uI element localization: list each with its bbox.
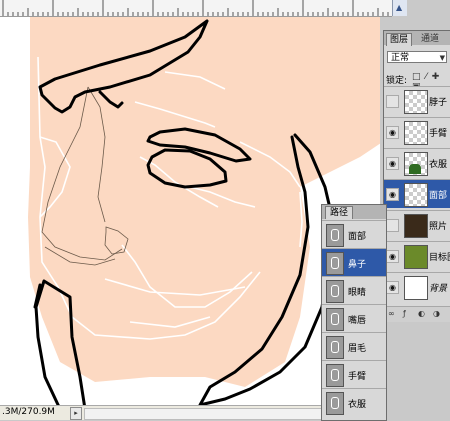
tab-paths[interactable]: 路径	[325, 206, 354, 219]
status-menu-arrow-icon[interactable]: ▸	[70, 407, 82, 420]
document-size-readout: .3M/270.9M	[2, 407, 55, 417]
path-row[interactable]: 鼻子	[322, 248, 386, 276]
path-thumbnail	[326, 364, 344, 387]
path-name: 衣服	[348, 400, 367, 410]
fx-icon[interactable]: ƒ	[403, 309, 406, 318]
eye-icon[interactable]: ◉	[386, 157, 399, 170]
mask-icon[interactable]: ◐	[418, 309, 425, 318]
layer-row[interactable]: 照片	[384, 210, 450, 239]
layer-thumbnail	[404, 245, 428, 269]
chevron-up-icon: ▲	[396, 3, 403, 12]
horizontal-scrollbar[interactable]	[84, 408, 324, 420]
path-thumbnail	[326, 280, 344, 303]
path-row[interactable]: 面部	[322, 220, 386, 248]
scroll-up-button[interactable]: ▲	[392, 0, 407, 16]
layer-name: 面部	[429, 191, 448, 201]
visibility-toggle[interactable]	[386, 95, 399, 108]
layer-row[interactable]: ◉ 背景	[384, 272, 450, 301]
layer-name: 照片	[429, 222, 448, 232]
path-name: 鼻子	[348, 260, 367, 270]
layer-name: 背景	[429, 284, 448, 294]
adjust-icon[interactable]: ◑	[433, 309, 440, 318]
ruler-ticks	[2, 0, 389, 16]
layer-thumbnail	[404, 276, 428, 300]
layer-thumbnail	[404, 90, 428, 114]
path-name: 手臂	[348, 372, 367, 382]
tab-channels[interactable]: 通道	[418, 33, 442, 45]
layer-thumbnail	[404, 121, 428, 145]
layer-row[interactable]: ◉ 面部	[384, 179, 450, 208]
path-thumbnail	[326, 224, 344, 247]
path-name: 眼睛	[348, 288, 367, 298]
eye-icon[interactable]: ◉	[386, 126, 399, 139]
link-icon[interactable]: ∞	[388, 309, 395, 318]
paths-tab-bar: 路径	[322, 205, 386, 219]
paths-panel: 路径 面部鼻子眼睛嘴唇眉毛手臂衣服	[321, 204, 387, 421]
eye-icon[interactable]: ◉	[386, 188, 399, 201]
path-row[interactable]: 嘴唇	[322, 304, 386, 332]
status-bar: .3M/270.9M ▸	[0, 405, 325, 420]
path-row[interactable]: 眼睛	[322, 276, 386, 304]
layer-row[interactable]: 脖子	[384, 86, 450, 115]
path-row[interactable]: 手臂	[322, 360, 386, 388]
path-row[interactable]: 眉毛	[322, 332, 386, 360]
layer-name: 目标图	[429, 253, 450, 263]
layer-thumbnail	[404, 183, 428, 207]
visibility-toggle[interactable]	[386, 219, 399, 232]
layers-tab-bar: 图层 通道	[384, 31, 450, 46]
path-name: 嘴唇	[348, 316, 367, 326]
path-thumbnail	[326, 336, 344, 359]
tab-layers[interactable]: 图层	[386, 33, 413, 46]
path-row[interactable]: 衣服	[322, 388, 386, 416]
eye-icon[interactable]: ◉	[386, 250, 399, 263]
blend-mode-value: 正常	[391, 53, 410, 63]
layer-name: 手臂	[429, 129, 448, 139]
layer-row[interactable]: ◉ 目标图	[384, 241, 450, 270]
path-name: 面部	[348, 232, 367, 242]
layers-panel: 图层 通道 正常 ▼ 锁定: □ ⁄ ✚ ▣ 脖子◉手臂◉衣服◉面部照片◉目标图…	[383, 30, 450, 322]
blend-mode-select[interactable]: 正常 ▼	[387, 51, 447, 63]
top-ruler	[0, 0, 392, 17]
path-thumbnail	[326, 392, 344, 415]
layer-thumbnail	[404, 214, 428, 238]
layer-name: 衣服	[429, 160, 448, 170]
lock-label: 锁定:	[386, 76, 408, 86]
eye-icon[interactable]: ◉	[386, 281, 399, 294]
layer-row[interactable]: ◉ 衣服	[384, 148, 450, 177]
path-thumbnail	[326, 252, 344, 275]
path-thumbnail	[326, 308, 344, 331]
chevron-down-icon: ▼	[439, 54, 445, 62]
layers-footer: ∞ ƒ ◐ ◑	[384, 306, 450, 322]
layer-row[interactable]: ◉ 手臂	[384, 117, 450, 146]
path-name: 眉毛	[348, 344, 367, 354]
layer-thumbnail	[404, 152, 428, 176]
layer-name: 脖子	[429, 98, 448, 108]
